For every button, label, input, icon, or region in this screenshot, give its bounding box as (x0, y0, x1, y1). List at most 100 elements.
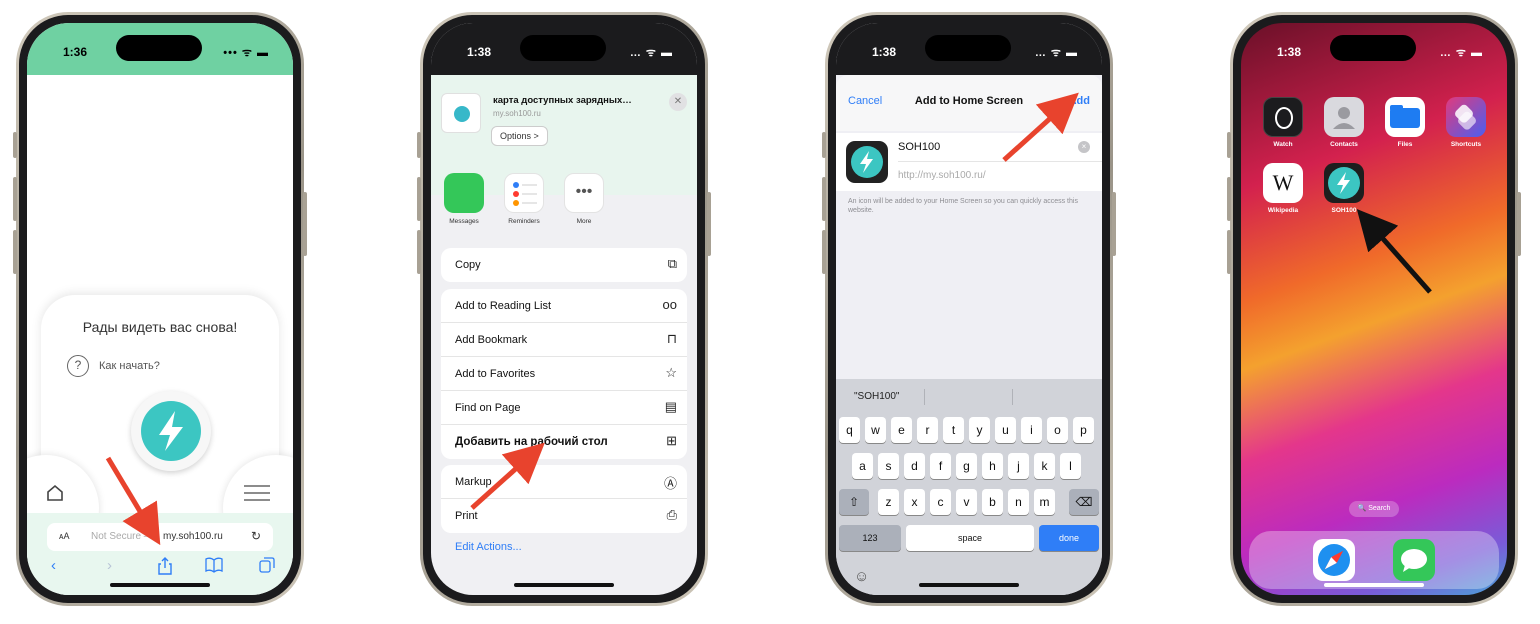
back-icon[interactable]: ‹ (51, 557, 56, 574)
app-label: Wikipedia (1267, 207, 1299, 214)
share-app-more[interactable]: ••• More (559, 173, 609, 225)
name-field[interactable]: SOH100 (898, 141, 940, 153)
help-icon: ? (67, 355, 89, 377)
key[interactable]: y (969, 417, 990, 443)
key[interactable]: h (982, 453, 1003, 479)
key[interactable]: r (917, 417, 938, 443)
key[interactable]: o (1047, 417, 1068, 443)
key[interactable]: f (930, 453, 951, 479)
key[interactable]: t (943, 417, 964, 443)
key[interactable]: b (982, 489, 1003, 515)
status-icons: … ᯤ ▬ (1034, 47, 1078, 59)
bolt-logo-icon[interactable] (131, 391, 211, 471)
options-button[interactable]: Options > (491, 126, 548, 146)
action-label: Add to Reading List (455, 300, 552, 312)
status-icons: ••• ᯤ ▬ (223, 47, 269, 59)
app-files[interactable]: Files (1385, 97, 1425, 148)
tabs-icon[interactable] (259, 557, 275, 577)
key[interactable]: d (904, 453, 925, 479)
key[interactable]: u (995, 417, 1016, 443)
messages-icon[interactable] (1393, 539, 1435, 581)
action-label: Print (455, 510, 478, 522)
power-button (707, 192, 711, 256)
key[interactable]: i (1021, 417, 1042, 443)
app-soh100[interactable]: SOH100 (1324, 163, 1364, 214)
edit-actions-link[interactable]: Edit Actions... (455, 541, 522, 553)
app-contacts[interactable]: Contacts (1324, 97, 1364, 148)
add-button[interactable]: Add (1069, 95, 1090, 107)
home-icon (47, 484, 63, 501)
app-label: Watch (1273, 141, 1293, 148)
key[interactable]: s (878, 453, 899, 479)
action-find-on-page[interactable]: Find on Page ▤ (441, 391, 687, 425)
power-button (303, 192, 307, 256)
dynamic-island (116, 35, 202, 61)
key[interactable]: m (1034, 489, 1055, 515)
key[interactable]: x (904, 489, 925, 515)
shift-key[interactable]: ⇧ (839, 489, 869, 515)
key[interactable]: g (956, 453, 977, 479)
app-watch[interactable]: Watch (1263, 97, 1303, 148)
action-add-to-home-screen[interactable]: Добавить на рабочий стол ⊞ (441, 425, 687, 459)
action-copy[interactable]: Copy ⧉ (441, 248, 687, 282)
address-bar[interactable]: ᴀA Not Secure — my.soh100.ru ↻ (47, 523, 273, 551)
key[interactable]: j (1008, 453, 1029, 479)
key[interactable]: p (1073, 417, 1094, 443)
share-icon[interactable] (157, 557, 173, 579)
key[interactable]: l (1060, 453, 1081, 479)
key[interactable]: q (839, 417, 860, 443)
key[interactable]: v (956, 489, 977, 515)
page-settings-button[interactable]: ᴀA (59, 531, 69, 541)
key[interactable]: n (1008, 489, 1029, 515)
bolt-logo-icon (851, 146, 883, 178)
reload-icon[interactable]: ↻ (251, 529, 261, 543)
action-button (13, 132, 17, 158)
action-label: Markup (455, 476, 492, 488)
backspace-key[interactable]: ⌫ (1069, 489, 1099, 515)
share-app-reminders[interactable]: Reminders (499, 173, 549, 225)
done-key[interactable]: done (1039, 525, 1099, 551)
key[interactable]: w (865, 417, 886, 443)
action-add-bookmark[interactable]: Add Bookmark ⊓ (441, 323, 687, 357)
files-icon (1385, 97, 1425, 137)
autocomplete-suggestion[interactable]: "SOH100" (854, 391, 899, 402)
close-icon[interactable]: ✕ (669, 93, 687, 111)
action-markup[interactable]: Markup Ⓐ (441, 465, 687, 499)
phone-safari-page: 1:36 ••• ᯤ ▬ Рады видеть вас снова! ? Ка… (13, 12, 307, 606)
action-label: Find on Page (455, 402, 521, 414)
key[interactable]: a (852, 453, 873, 479)
home-indicator (919, 583, 1019, 587)
app-label: Files (1397, 141, 1413, 148)
home-indicator (514, 583, 614, 587)
bookmarks-icon[interactable] (205, 557, 223, 577)
clear-icon[interactable]: × (1078, 141, 1090, 153)
messages-icon (444, 173, 484, 213)
key[interactable]: k (1034, 453, 1055, 479)
action-add-favorites[interactable]: Add to Favorites ☆ (441, 357, 687, 391)
space-key[interactable]: space (906, 525, 1034, 551)
info-note: An icon will be added to your Home Scree… (848, 198, 1078, 214)
share-app-messages[interactable]: Messages (439, 173, 489, 225)
share-app-label: Reminders (508, 218, 540, 225)
key[interactable]: z (878, 489, 899, 515)
emoji-icon[interactable]: ☺ (854, 568, 869, 585)
action-group-copy: Copy ⧉ (441, 248, 687, 282)
status-icons: … ᯤ ▬ (629, 47, 673, 59)
action-add-reading-list[interactable]: Add to Reading List oo (441, 289, 687, 323)
volume-down-button (822, 230, 826, 274)
action-label: Добавить на рабочий стол (455, 436, 608, 448)
safari-icon[interactable] (1313, 539, 1355, 581)
forward-icon[interactable]: › (107, 557, 112, 574)
app-shortcuts[interactable]: Shortcuts (1446, 97, 1486, 148)
key-row-2: a s d f g h j k l (836, 453, 1102, 479)
key[interactable]: e (891, 417, 912, 443)
help-link[interactable]: ? Как начать? (67, 355, 160, 377)
action-print[interactable]: Print ⎙ (441, 499, 687, 533)
key[interactable]: c (930, 489, 951, 515)
numbers-key[interactable]: 123 (839, 525, 901, 551)
bookmark-form: SOH100 × http://my.soh100.ru/ (836, 133, 1102, 191)
home-search-pill[interactable]: 🔍 Search (1349, 501, 1399, 517)
screen: 1:38 … ᯤ ▬ Cancel Add to Home Screen Add… (836, 23, 1102, 595)
app-wikipedia[interactable]: W Wikipedia (1263, 163, 1303, 214)
menu-icon (244, 485, 270, 501)
